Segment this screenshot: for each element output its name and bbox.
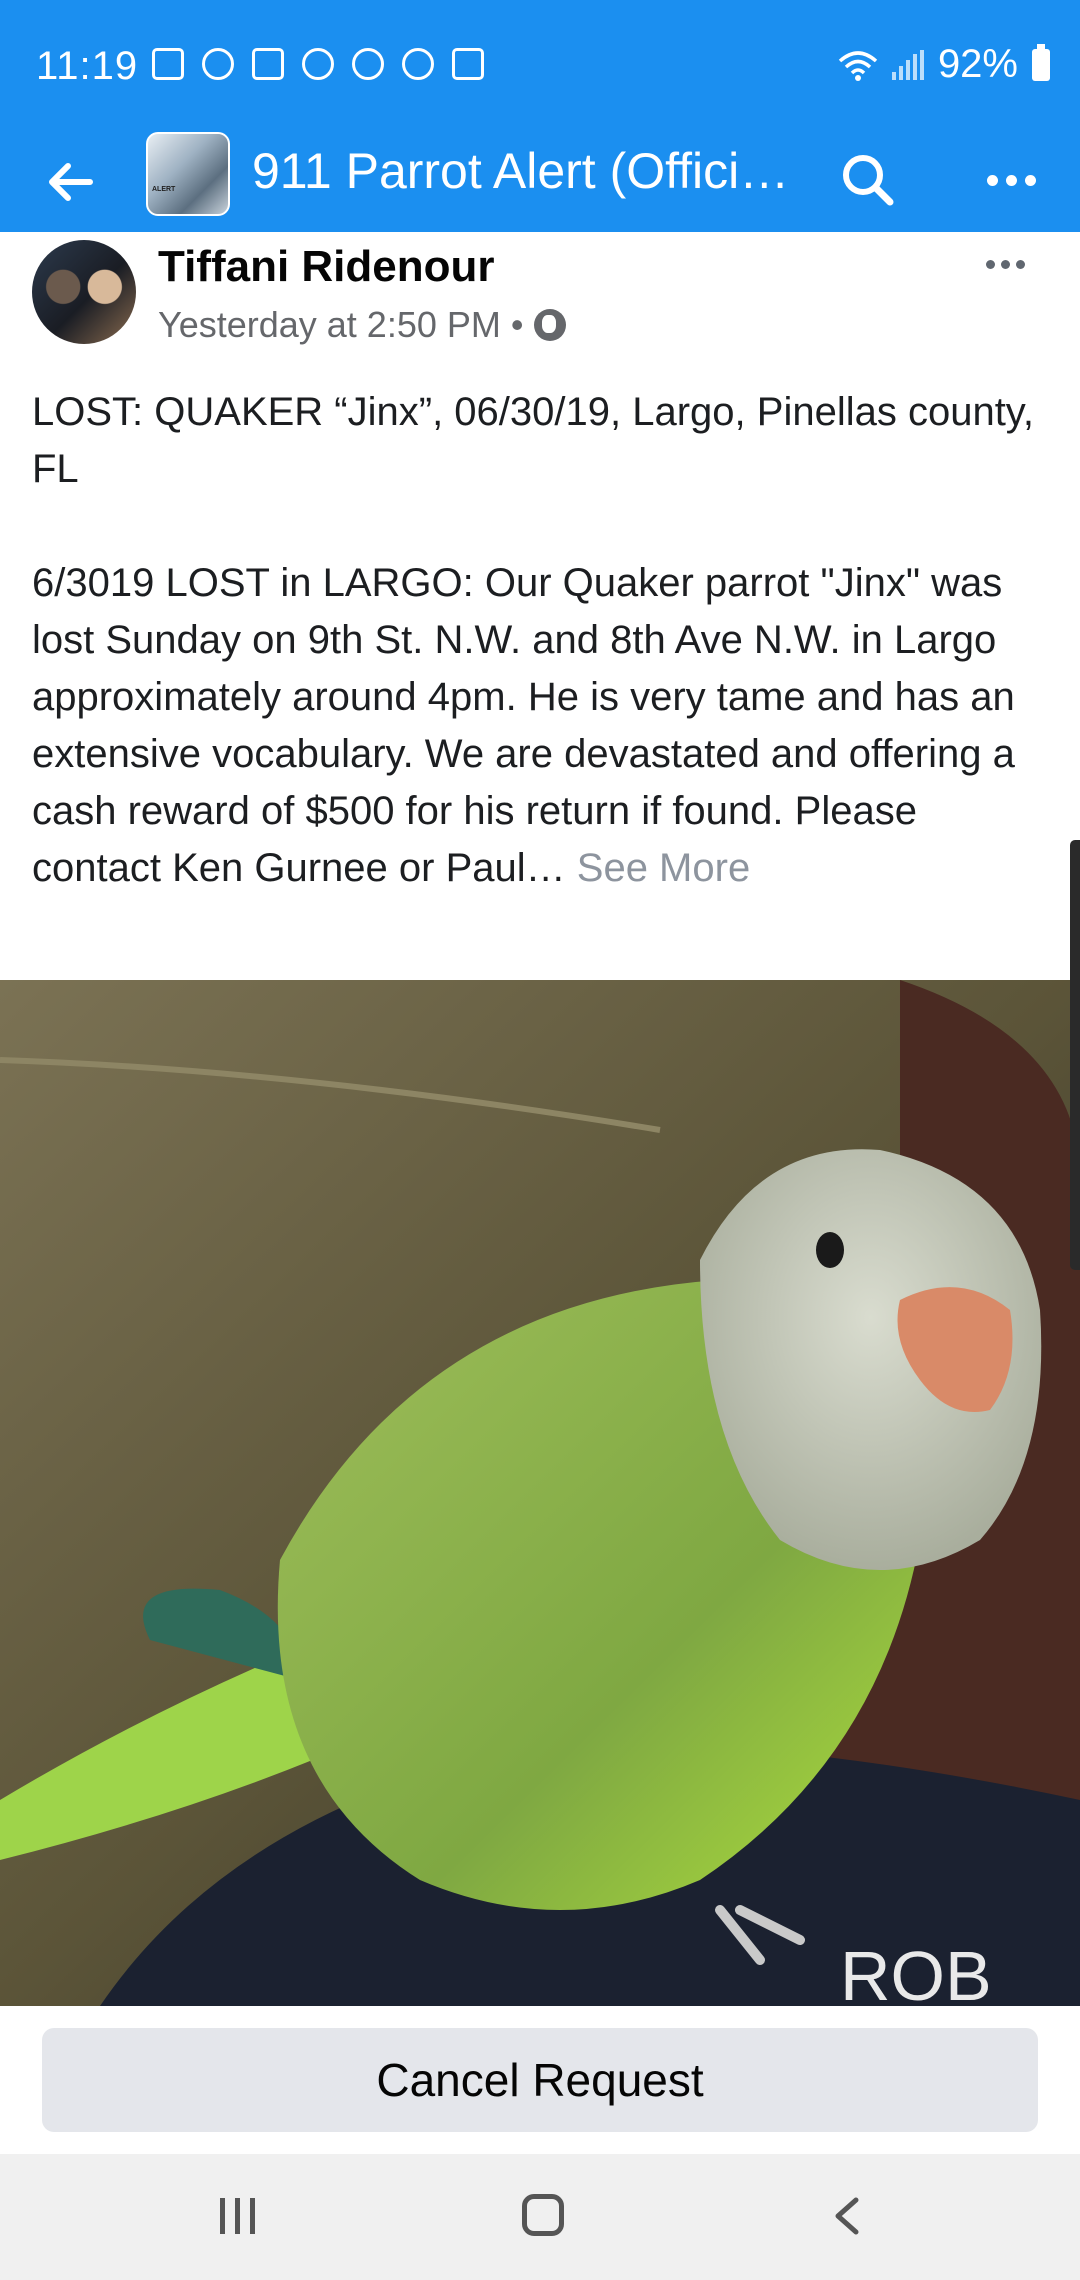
- mail-notification-icon: [452, 48, 484, 80]
- group-thumbnail-caption: ALERT: [152, 186, 176, 193]
- home-icon[interactable]: [522, 2194, 564, 2236]
- status-time: 11:19: [36, 44, 139, 88]
- post-timestamp[interactable]: Yesterday at 2:50 PM: [158, 304, 501, 346]
- account-notification-icon: [202, 48, 234, 80]
- post-photo[interactable]: ROB: [0, 980, 1080, 2006]
- pinwheel-notification-icon: [302, 48, 334, 80]
- system-nav-bar: [0, 2154, 1080, 2280]
- recents-icon[interactable]: [220, 2198, 255, 2234]
- action-area: Cancel Request: [0, 2006, 1080, 2154]
- post-title-line: LOST: QUAKER “Jinx”, 06/30/19, Largo, Pi…: [32, 390, 1034, 491]
- battery-percent: 92%: [937, 42, 1018, 86]
- chrome-notification-icon-2: [402, 48, 434, 80]
- group-thumbnail[interactable]: ALERT: [146, 132, 230, 216]
- status-right: 92%: [838, 42, 1050, 87]
- notification-icons: [152, 48, 484, 80]
- home-notification-icon: [252, 48, 284, 80]
- back-button[interactable]: [40, 152, 100, 212]
- see-more-link[interactable]: See More: [577, 846, 750, 890]
- author-avatar[interactable]: [32, 240, 136, 344]
- post-body-text: 6/3019 LOST in LARGO: Our Quaker parrot …: [32, 561, 1015, 890]
- author-name[interactable]: Tiffani Ridenour: [158, 242, 495, 292]
- group-title[interactable]: 911 Parrot Alert (Offici…: [252, 142, 792, 200]
- post-options-button[interactable]: [986, 252, 1036, 276]
- wifi-icon: [838, 50, 878, 81]
- photo-shirt-text: ROB: [840, 1937, 992, 2006]
- signal-icon: [891, 49, 924, 80]
- scroll-indicator[interactable]: [1070, 840, 1080, 1270]
- cancel-request-button[interactable]: Cancel Request: [42, 2028, 1038, 2132]
- post-meta: Yesterday at 2:50 PM •: [158, 304, 566, 346]
- meta-separator: •: [510, 304, 524, 345]
- post-text: LOST: QUAKER “Jinx”, 06/30/19, Largo, Pi…: [32, 384, 1052, 897]
- globe-icon: [533, 309, 566, 341]
- parrot-image: ROB: [0, 980, 1080, 2006]
- facebook-notification-icon: [152, 48, 184, 80]
- nav-back-icon[interactable]: [826, 2194, 870, 2238]
- search-icon: [843, 155, 894, 206]
- status-bar: 11:19 92%: [0, 0, 1080, 132]
- top-bar: 11:19 92% ALERT 911 Parrot Alert (Offici…: [0, 0, 1080, 232]
- battery-icon: [1032, 43, 1050, 81]
- post-body: 6/3019 LOST in LARGO: Our Quaker parrot …: [32, 555, 1052, 897]
- app-bar: ALERT 911 Parrot Alert (Offici…: [0, 132, 1080, 232]
- search-button[interactable]: [836, 148, 900, 212]
- more-options-button[interactable]: [976, 148, 1046, 212]
- back-arrow-icon: [49, 163, 93, 201]
- chrome-notification-icon: [352, 48, 384, 80]
